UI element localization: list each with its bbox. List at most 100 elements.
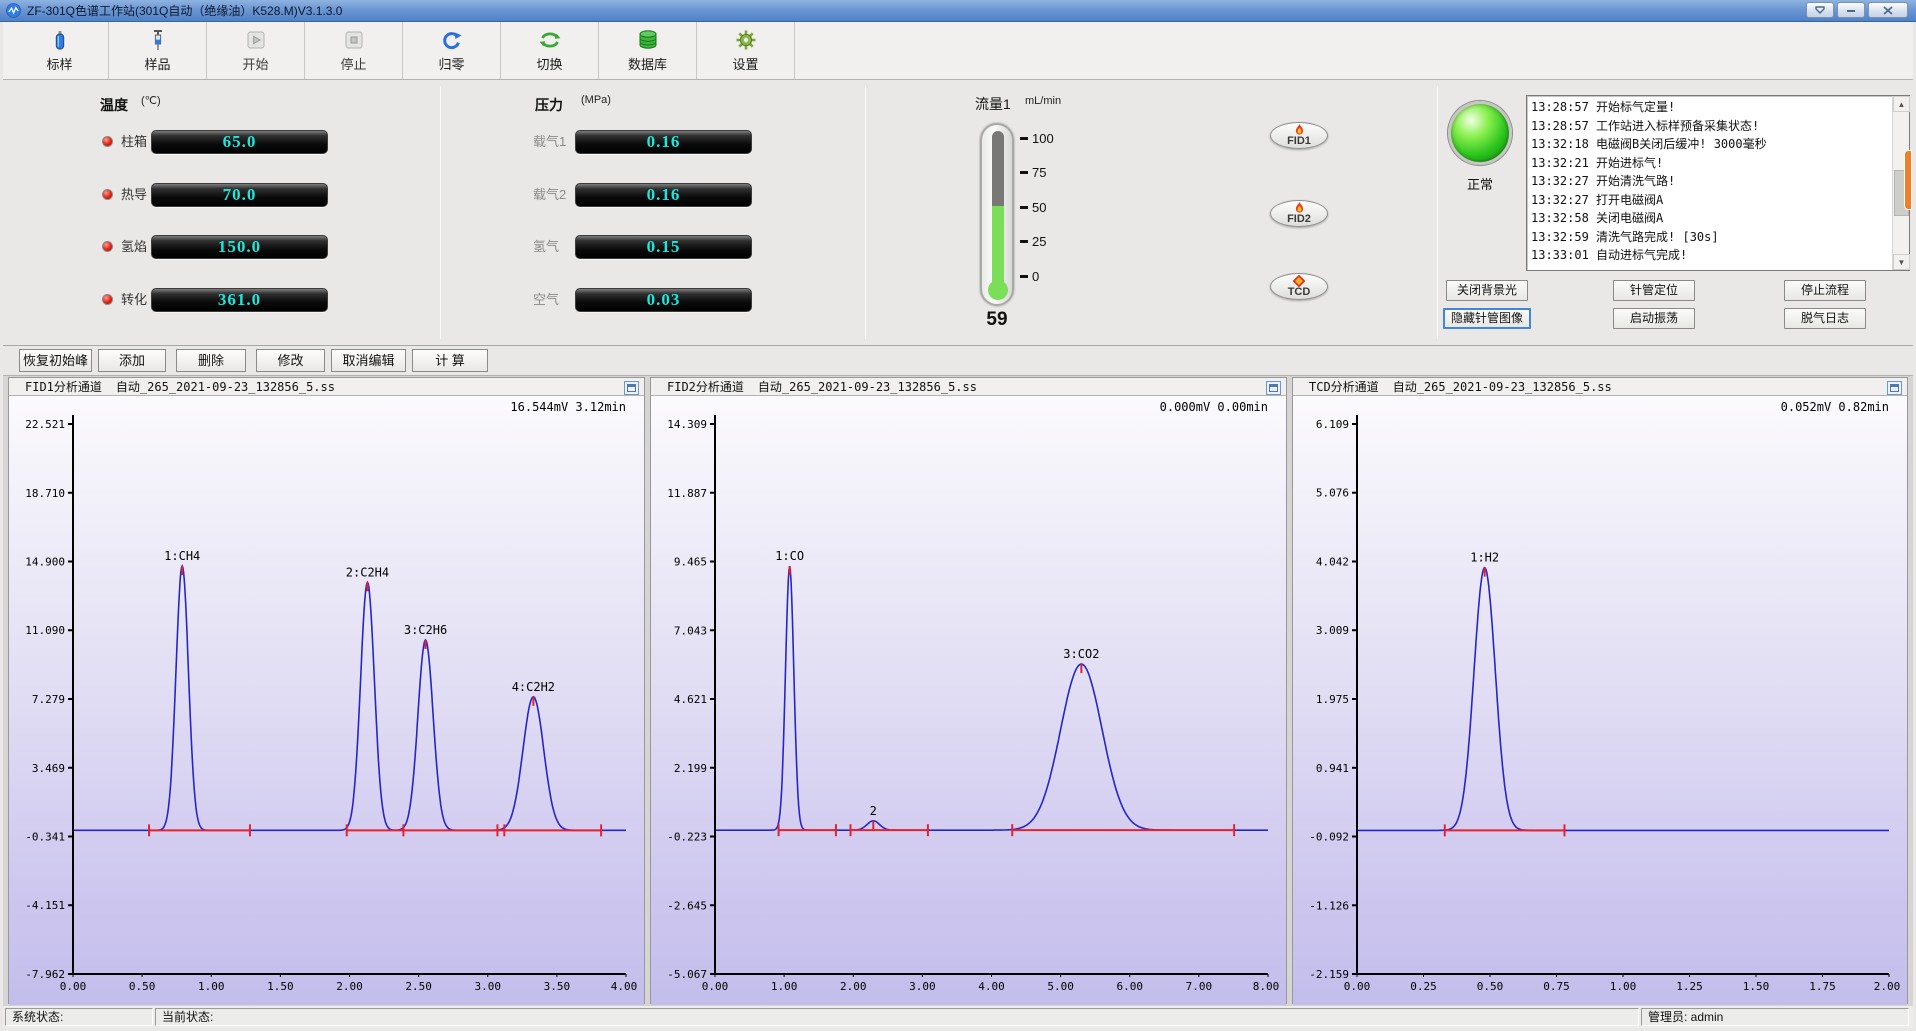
calculate-button[interactable]: 计 算: [412, 349, 488, 372]
app-window: ZF-301Q色谱工作站(301Q自动（绝缘油）K528.M)V3.1.3.0 …: [0, 0, 1916, 1031]
stop-flow-button[interactable]: 停止流程: [1784, 280, 1866, 301]
flow-gauge: [980, 123, 1014, 306]
toolbar-standard-sample-button[interactable]: 标样: [11, 22, 109, 79]
svg-text:14.900: 14.900: [25, 556, 65, 569]
toolbar-start-button[interactable]: 开始: [207, 22, 305, 79]
detector-tcd-indicator[interactable]: TCD: [1270, 273, 1328, 300]
maximize-icon[interactable]: [624, 381, 639, 395]
divider: [865, 86, 866, 339]
svg-text:0.941: 0.941: [1316, 762, 1349, 775]
lcd-display-carrier1-pressure: 0.16: [575, 130, 752, 154]
chromatogram-area: FID1分析通道 自动_265_2021-09-23_132856_5.ss 2…: [3, 376, 1913, 1006]
flow-value: 59: [973, 309, 1021, 331]
svg-text:0.50: 0.50: [1477, 980, 1504, 993]
flow-tick: 25: [1020, 235, 1046, 247]
flow-tick: 75: [1020, 166, 1046, 178]
chromatogram-svg: 22.52118.71014.90011.0907.2793.469-0.341…: [9, 396, 644, 1000]
toolbar-sample-button[interactable]: 样品: [109, 22, 207, 79]
temp-row-label: 热导: [121, 183, 147, 207]
divider: [1437, 86, 1438, 339]
gas-cylinder-icon: [48, 28, 72, 52]
toolbar-switch-button[interactable]: 切换: [501, 22, 599, 79]
svg-text:11.090: 11.090: [25, 624, 65, 637]
chromatogram-svg: 6.1095.0764.0423.0091.9750.941-0.092-1.1…: [1293, 396, 1907, 1000]
status-led-red: [102, 241, 113, 252]
pressure-row-label: 载气2: [533, 183, 566, 207]
svg-text:1.25: 1.25: [1676, 980, 1703, 993]
toolbar-settings-button[interactable]: 设置: [697, 22, 795, 79]
detector-fid1-indicator[interactable]: FID1: [1270, 122, 1328, 149]
needle-position-button[interactable]: 针管定位: [1613, 280, 1695, 301]
lcd-display-tcd-temp: 70.0: [151, 183, 328, 207]
backlight-off-button[interactable]: 关闭背景光: [1446, 280, 1528, 301]
svg-text:4.621: 4.621: [674, 693, 707, 706]
scroll-down-arrow[interactable]: ▼: [1893, 254, 1910, 270]
svg-text:1:CO: 1:CO: [775, 549, 804, 563]
close-button[interactable]: [1868, 2, 1908, 18]
status-led-red: [102, 189, 113, 200]
modify-peak-button[interactable]: 修改: [256, 349, 325, 372]
log-line: 13:28:57 开始标气定量!: [1531, 98, 1889, 117]
svg-text:11.887: 11.887: [667, 487, 707, 500]
restore-initial-peaks-button[interactable]: 恢复初始峰: [19, 349, 92, 372]
switch-arrows-icon: [538, 28, 562, 52]
svg-text:0.00: 0.00: [702, 980, 729, 993]
peak-edit-toolbar: 恢复初始峰 添加 删除 修改 取消编辑 计 算: [3, 346, 1913, 376]
divider: [440, 86, 441, 339]
svg-text:4.00: 4.00: [978, 980, 1005, 993]
tray-button[interactable]: [1806, 2, 1834, 18]
toolbar-database-button[interactable]: 数据库: [599, 22, 697, 79]
maximize-icon[interactable]: [1887, 381, 1902, 395]
reset-arrow-icon: [440, 28, 464, 52]
toolbar-zero-button[interactable]: 归零: [403, 22, 501, 79]
maximize-icon[interactable]: [1266, 381, 1281, 395]
flow-gauge-bulb: [988, 280, 1008, 300]
chart-plot-tcd[interactable]: 6.1095.0764.0423.0091.9750.941-0.092-1.1…: [1293, 396, 1907, 1005]
chart-plot-fid1[interactable]: 22.52118.71014.90011.0907.2793.469-0.341…: [9, 396, 644, 1005]
detector-label: FID2: [1287, 214, 1311, 225]
delete-peak-button[interactable]: 删除: [176, 349, 246, 372]
hide-needle-image-button[interactable]: 隐藏针管图像: [1443, 308, 1531, 329]
temp-row-label: 转化: [121, 288, 147, 312]
log-line: 13:32:27 打开电磁阀A: [1531, 191, 1889, 210]
lcd-display-converter-temp: 361.0: [151, 288, 328, 312]
app-logo-icon: [6, 3, 21, 18]
add-peak-button[interactable]: 添加: [98, 349, 166, 372]
start-oscillation-button[interactable]: 启动振荡: [1613, 308, 1695, 329]
svg-text:0.75: 0.75: [1543, 980, 1570, 993]
toolbar-label: 开始: [242, 54, 268, 73]
svg-text:1:CH4: 1:CH4: [164, 549, 200, 563]
svg-text:1.00: 1.00: [771, 980, 798, 993]
toolbar-stop-button[interactable]: 停止: [305, 22, 403, 79]
svg-text:22.521: 22.521: [25, 418, 65, 431]
scroll-up-arrow[interactable]: ▲: [1893, 96, 1910, 112]
chart-header: FID2分析通道 自动_265_2021-09-23_132856_5.ss: [651, 378, 1286, 396]
svg-text:2:C2H4: 2:C2H4: [346, 565, 389, 579]
detector-fid2-indicator[interactable]: FID2: [1270, 200, 1328, 227]
side-panel-handle[interactable]: [1904, 150, 1912, 210]
chart-tcd: TCD分析通道 自动_265_2021-09-23_132856_5.ss 6.…: [1292, 377, 1908, 1004]
svg-text:0.000mV 0.00min: 0.000mV 0.00min: [1160, 400, 1268, 414]
cancel-edit-button[interactable]: 取消编辑: [331, 349, 406, 372]
chart-channel: FID2分析通道: [667, 378, 744, 395]
temp-row-label: 氢焰: [121, 235, 147, 259]
svg-text:0.50: 0.50: [129, 980, 156, 993]
event-log[interactable]: 13:28:57 开始标气定量! 13:28:57 工作站进入标样预备采集状态!…: [1526, 95, 1910, 271]
svg-text:1.50: 1.50: [1743, 980, 1770, 993]
svg-text:3:C2H6: 3:C2H6: [404, 623, 447, 637]
lcd-display-air-pressure: 0.03: [575, 288, 752, 312]
chart-header: FID1分析通道 自动_265_2021-09-23_132856_5.ss: [9, 378, 644, 396]
svg-text:1:H2: 1:H2: [1470, 551, 1499, 565]
svg-text:-0.223: -0.223: [667, 831, 707, 844]
chart-plot-fid2[interactable]: 14.30911.8879.4657.0434.6212.199-0.223-2…: [651, 396, 1286, 1005]
svg-text:-0.092: -0.092: [1309, 831, 1349, 844]
degas-log-button[interactable]: 脱气日志: [1784, 308, 1866, 329]
minimize-button[interactable]: [1837, 2, 1865, 18]
svg-text:0.052mV 0.82min: 0.052mV 0.82min: [1781, 400, 1889, 414]
chart-fid2: FID2分析通道 自动_265_2021-09-23_132856_5.ss 1…: [650, 377, 1287, 1004]
toolbar-label: 数据库: [628, 54, 667, 73]
svg-text:2.00: 2.00: [840, 980, 867, 993]
flow-unit: mL/min: [1025, 95, 1061, 107]
svg-text:3.50: 3.50: [544, 980, 571, 993]
svg-text:1.975: 1.975: [1316, 693, 1349, 706]
